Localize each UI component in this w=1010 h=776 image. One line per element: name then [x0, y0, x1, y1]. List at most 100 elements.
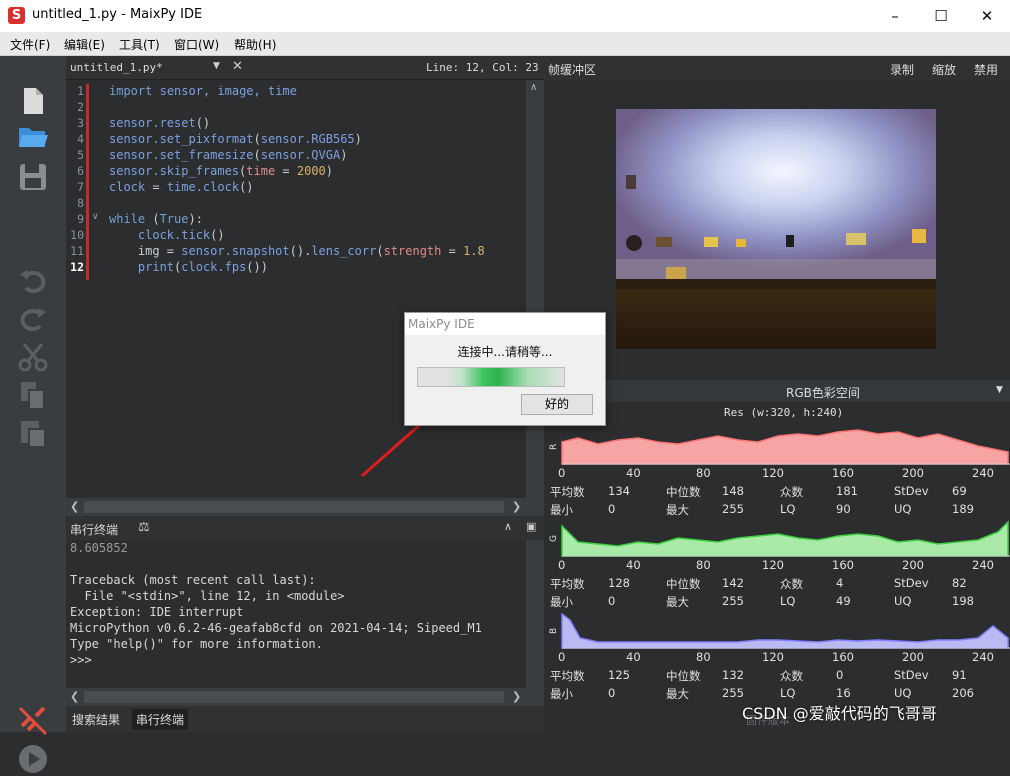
code-line: while (True):: [109, 212, 203, 226]
histogram-b-area: [561, 612, 1009, 649]
tick-label: 240: [972, 558, 994, 572]
stat-label: 众数: [780, 577, 803, 591]
run-icon[interactable]: [16, 742, 50, 776]
menu-file[interactable]: 文件(F): [10, 36, 50, 53]
horizontal-scroll-thumb[interactable]: [84, 691, 504, 703]
terminal-title: 串行终端: [70, 523, 119, 537]
horizontal-scroll-thumb[interactable]: [84, 501, 504, 513]
cut-icon[interactable]: [16, 340, 50, 374]
line-number: 8: [77, 196, 84, 210]
chevron-down-icon[interactable]: ▼: [213, 61, 220, 71]
stat-label: 最大: [666, 595, 689, 609]
scroll-left-icon[interactable]: ❮: [70, 690, 79, 703]
stat-value: 0: [836, 668, 844, 682]
editor-vertical-scrollbar[interactable]: ∧: [526, 80, 544, 498]
editor-file-tab[interactable]: untitled_1.py*: [70, 61, 163, 74]
scroll-left-icon[interactable]: ❮: [70, 500, 79, 513]
histogram-g-chart: G: [549, 520, 1010, 557]
close-button[interactable]: ✕: [964, 0, 1010, 32]
tick-label: 160: [832, 558, 854, 572]
tab-serial-terminal[interactable]: 串行终端: [132, 709, 189, 730]
disconnect-icon[interactable]: [16, 704, 50, 738]
line-number: 5: [77, 148, 84, 162]
channel-r-label: R: [549, 444, 559, 450]
tick-label: 200: [902, 650, 924, 664]
terminal-horizontal-scrollbar[interactable]: ❮ ❯: [66, 688, 544, 706]
tick-label: 0: [558, 466, 566, 480]
minimize-button[interactable]: –: [872, 0, 918, 32]
stat-label: 最小: [550, 687, 573, 701]
tick-label: 160: [832, 650, 854, 664]
tick-label: 240: [972, 650, 994, 664]
copy-icon[interactable]: [16, 378, 50, 412]
chevron-down-icon[interactable]: ▼: [996, 385, 1003, 395]
paste-icon[interactable]: [16, 416, 50, 450]
menu-bar: 文件(F) 编辑(E) 工具(T) 窗口(W) 帮助(H): [0, 32, 1010, 56]
menu-edit[interactable]: 编辑(E): [64, 36, 105, 53]
code-line: print(clock.fps()): [137, 260, 268, 274]
editor-horizontal-scrollbar[interactable]: ❮ ❯: [66, 498, 544, 516]
serial-terminal[interactable]: 8.605852 Traceback (most recent call las…: [66, 540, 544, 688]
line-number-gutter: 1 2 3 4 5 6 7 8 9 10 11 12: [66, 80, 88, 498]
zoom-button[interactable]: 缩放: [932, 61, 956, 78]
disable-button[interactable]: 禁用: [974, 61, 998, 78]
terminal-line: Type "help()" for more information.: [70, 637, 323, 651]
maximize-panel-icon[interactable]: ▣: [526, 520, 536, 533]
stat-label: UQ: [894, 502, 912, 516]
undo-icon[interactable]: [16, 264, 50, 298]
stat-value: 125: [608, 668, 630, 682]
stat-value: 90: [836, 502, 851, 516]
code-line: clock = time.clock(): [109, 180, 254, 194]
channel-g-label: G: [549, 535, 559, 542]
open-folder-icon[interactable]: [16, 120, 50, 154]
histogram-header[interactable]: RGB色彩空间 ▼: [544, 380, 1010, 402]
terminal-vertical-scrollbar[interactable]: [526, 540, 544, 688]
ok-button[interactable]: 好的: [521, 394, 593, 415]
close-tab-icon[interactable]: ✕: [232, 59, 243, 74]
save-icon[interactable]: [16, 160, 50, 194]
left-toolbar: [0, 56, 66, 773]
menu-window[interactable]: 窗口(W): [174, 36, 219, 53]
menu-tools[interactable]: 工具(T): [119, 36, 160, 53]
stat-label: 最大: [666, 687, 689, 701]
stat-label: 中位数: [666, 485, 701, 499]
maximize-button[interactable]: ☐: [918, 0, 964, 32]
code-line: img = sensor.snapshot().lens_corr(streng…: [109, 244, 485, 258]
scroll-up-icon[interactable]: ∧: [530, 82, 537, 93]
stat-value: 0: [608, 686, 616, 700]
app-logo-icon: S: [8, 7, 25, 24]
code-line: sensor.set_framesize(sensor.QVGA): [109, 148, 348, 162]
tick-label: 80: [696, 650, 711, 664]
line-number: 1: [77, 84, 84, 98]
right-panel: 帧缓冲区 录制 缩放 禁用 RGB色彩空间 ▼ Res (w:320, h:24…: [544, 56, 1010, 732]
colorspace-select[interactable]: RGB色彩空间: [786, 384, 860, 401]
menu-help[interactable]: 帮助(H): [234, 36, 276, 53]
stat-label: 众数: [780, 669, 803, 683]
redo-icon[interactable]: [16, 302, 50, 336]
clear-terminal-icon[interactable]: ⚖: [138, 520, 150, 535]
line-number: 10: [70, 228, 84, 242]
stat-value: 181: [836, 484, 858, 498]
camera-frame-image: [616, 109, 936, 349]
stat-label: 最小: [550, 503, 573, 517]
stat-label: UQ: [894, 686, 912, 700]
window-title: untitled_1.py - MaixPy IDE: [32, 7, 203, 22]
tick-label: 0: [558, 558, 566, 572]
stat-label: 中位数: [666, 669, 701, 683]
scroll-right-icon[interactable]: ❯: [512, 690, 521, 703]
stat-value: 255: [722, 502, 744, 516]
line-number: 2: [77, 100, 84, 114]
terminal-header: 串行终端 ⚖ ∧ ▣: [66, 516, 544, 540]
tab-search-results[interactable]: 搜索结果: [72, 711, 120, 728]
line-number: 9: [77, 212, 84, 226]
new-file-icon[interactable]: [16, 84, 50, 118]
record-button[interactable]: 录制: [890, 61, 914, 78]
tick-label: 80: [696, 466, 711, 480]
collapse-icon[interactable]: ∧: [504, 520, 512, 533]
tick-label: 120: [762, 650, 784, 664]
scroll-right-icon[interactable]: ❯: [512, 500, 521, 513]
stat-label: 最大: [666, 503, 689, 517]
fold-chevron-icon[interactable]: ∨: [92, 212, 99, 222]
histogram-g-area: [561, 520, 1009, 557]
bottom-tab-bar: 搜索结果 串行终端: [66, 706, 544, 732]
